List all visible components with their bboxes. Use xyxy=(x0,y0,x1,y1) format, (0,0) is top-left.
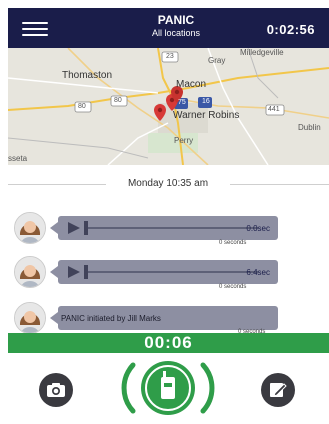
route-shield-16: 16 xyxy=(202,98,210,105)
avatar-portrait xyxy=(15,213,45,243)
app-header: PANIC All locations 0:02:56 xyxy=(8,8,329,48)
play-icon[interactable] xyxy=(68,266,80,278)
route-shield-23: 23 xyxy=(166,53,174,60)
map-graphic xyxy=(8,48,329,165)
message-age: 0 seconds xyxy=(219,240,247,246)
play-icon[interactable] xyxy=(68,222,80,234)
walkie-talkie-icon xyxy=(121,361,215,415)
map-label-dublin: Dublin xyxy=(298,123,321,132)
avatar xyxy=(14,256,46,288)
date-separator-label: Monday 10:35 am xyxy=(127,178,209,189)
avatar xyxy=(14,302,46,334)
audio-duration: 0.0sec xyxy=(246,224,270,233)
map-label-macon: Macon xyxy=(176,79,207,90)
map-label-thomaston: Thomaston xyxy=(62,70,113,81)
elapsed-timer: 0:02:56 xyxy=(266,22,315,37)
audio-duration: 6.4sec xyxy=(246,268,270,277)
page-subtitle: All locations xyxy=(151,28,201,38)
route-shield-80-west: 80 xyxy=(78,103,86,110)
route-shield-75: 75 xyxy=(178,99,186,106)
camera-icon xyxy=(47,383,65,397)
map-label-warner-robins: Warner Robins xyxy=(173,110,240,121)
audio-message[interactable]: 0.0sec xyxy=(50,216,278,240)
route-shield-80: 80 xyxy=(114,97,122,104)
date-separator: Monday 10:35 am xyxy=(8,176,329,192)
action-bar xyxy=(8,353,329,421)
map-label-milledgeville: Milledgeville xyxy=(240,48,284,57)
page-title: PANIC xyxy=(157,13,195,27)
avatar-portrait xyxy=(15,257,45,287)
message-text: PANIC initiated by Jill Marks xyxy=(61,314,161,323)
menu-icon[interactable] xyxy=(22,21,48,37)
text-message[interactable]: PANIC initiated by Jill Marks xyxy=(50,306,278,330)
avatar-portrait xyxy=(15,303,45,333)
countdown-bar: 00:06 xyxy=(8,333,329,353)
avatar xyxy=(14,212,46,244)
route-shield-441: 441 xyxy=(268,106,280,113)
header-titles: PANIC All locations xyxy=(128,13,224,39)
map-label-gray: Gray xyxy=(208,56,226,65)
push-to-talk-button[interactable] xyxy=(113,355,223,419)
audio-progress-track[interactable] xyxy=(88,227,258,229)
location-map[interactable]: Milledgeville Thomaston Macon Gray Warne… xyxy=(8,48,329,165)
message-age: 0 seconds xyxy=(219,284,247,290)
compose-button[interactable] xyxy=(261,373,295,407)
camera-button[interactable] xyxy=(39,373,73,407)
audio-progress-track[interactable] xyxy=(88,271,258,273)
map-label-perry: Perry xyxy=(174,136,194,145)
map-label-sseta: sseta xyxy=(8,154,28,163)
audio-message[interactable]: 6.4sec xyxy=(50,260,278,284)
compose-icon xyxy=(270,383,287,397)
